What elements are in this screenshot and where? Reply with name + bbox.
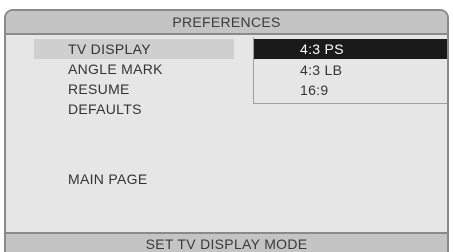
option-4-3-ps[interactable]: 4:3 PS bbox=[254, 39, 447, 59]
option-4-3-lb[interactable]: 4:3 LB bbox=[254, 60, 447, 80]
menu-item-resume[interactable]: RESUME bbox=[68, 79, 130, 99]
menu-item-angle-mark[interactable]: ANGLE MARK bbox=[68, 59, 163, 79]
status-bar: SET TV DISPLAY MODE bbox=[6, 232, 447, 252]
menu-item-main-page[interactable]: MAIN PAGE bbox=[68, 169, 147, 189]
status-text: SET TV DISPLAY MODE bbox=[145, 236, 308, 252]
preferences-screen: PREFERENCES TV DISPLAY ANGLE MARK RESUME… bbox=[4, 9, 449, 252]
menu-item-tv-display[interactable]: TV DISPLAY bbox=[68, 39, 151, 59]
page-title: PREFERENCES bbox=[172, 14, 281, 30]
title-bar: PREFERENCES bbox=[6, 11, 447, 35]
menu-item-defaults[interactable]: DEFAULTS bbox=[68, 99, 142, 119]
option-16-9[interactable]: 16:9 bbox=[254, 80, 447, 100]
tv-display-submenu: 4:3 PS 4:3 LB 16:9 bbox=[253, 37, 447, 104]
